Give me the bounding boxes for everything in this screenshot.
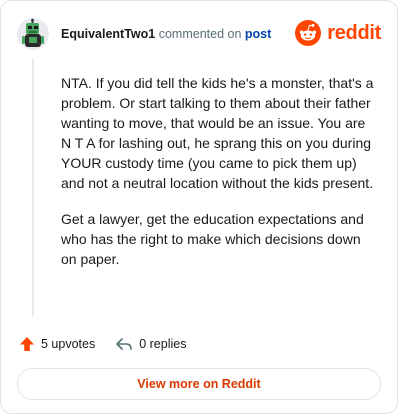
comment-stats: 5 upvotes 0 replies xyxy=(19,334,186,354)
robot-avatar-icon xyxy=(17,18,49,50)
replies-button[interactable]: 0 replies xyxy=(115,336,186,352)
comment-body: NTA. If you did tell the kids he's a mon… xyxy=(61,73,379,285)
view-more-button[interactable]: View more on Reddit xyxy=(17,368,381,400)
byline-verb: commented on xyxy=(158,27,242,41)
reddit-wordmark: reddit xyxy=(327,21,381,44)
upvote-arrow-icon xyxy=(20,337,34,351)
reddit-brand[interactable]: reddit xyxy=(295,19,381,47)
reply-arrow-icon xyxy=(116,338,133,350)
comment-header: EquivalentTwo1 commented on post reddit xyxy=(17,17,381,51)
avatar[interactable] xyxy=(17,18,49,50)
comment-byline: EquivalentTwo1 commented on post xyxy=(61,27,271,41)
post-link[interactable]: post xyxy=(245,27,271,41)
comment-paragraph-1: NTA. If you did tell the kids he's a mon… xyxy=(61,75,374,191)
reply-count: 0 replies xyxy=(139,337,187,351)
thread-line xyxy=(32,59,34,316)
upvote-button[interactable]: 5 upvotes xyxy=(19,336,95,352)
author-name[interactable]: EquivalentTwo1 xyxy=(61,27,155,41)
embedded-comment-card: EquivalentTwo1 commented on post reddit … xyxy=(0,0,398,414)
comment-paragraph-2: Get a lawyer, get the education expectat… xyxy=(61,211,364,267)
upvote-count: 5 upvotes xyxy=(41,337,96,351)
reddit-snoo-icon xyxy=(295,20,322,46)
